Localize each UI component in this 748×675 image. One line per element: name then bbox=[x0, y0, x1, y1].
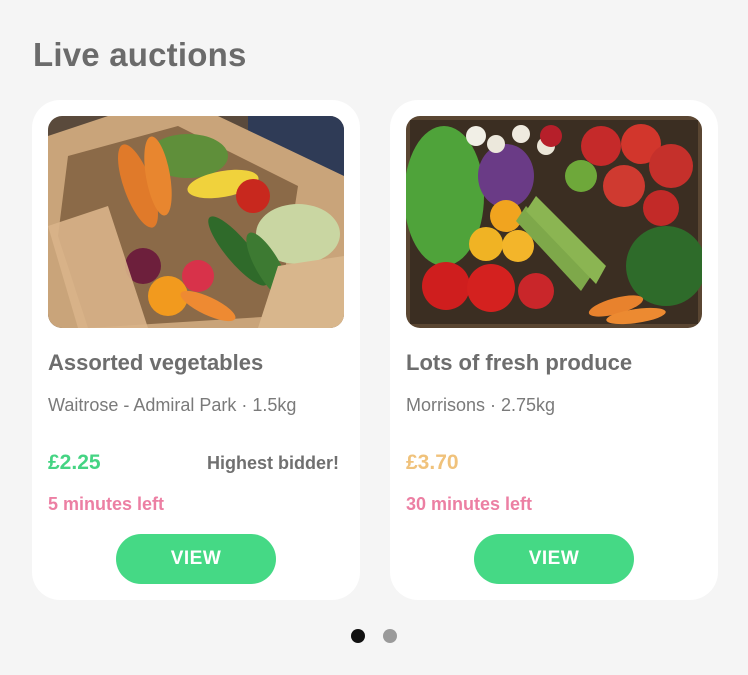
time-left-label: 5 minutes left bbox=[48, 494, 165, 514]
fresh-produce-crate-photo[interactable] bbox=[406, 116, 702, 328]
section-title: Live auctions bbox=[33, 36, 247, 73]
auction-price: £3.70 bbox=[406, 451, 459, 474]
auction-title: Lots of fresh produce bbox=[406, 350, 633, 375]
view-button[interactable]: VIEW bbox=[474, 534, 634, 584]
time-left-label: 30 minutes left bbox=[406, 494, 533, 514]
pagination-dot-active[interactable] bbox=[351, 629, 365, 643]
bid-status-label: Highest bidder! bbox=[206, 453, 339, 473]
auction-price: £2.25 bbox=[48, 451, 101, 474]
auction-store-weight: Morrisons · 2.75kg bbox=[406, 395, 556, 415]
view-button[interactable]: VIEW bbox=[116, 534, 276, 584]
auction-card[interactable]: Lots of fresh produce Morrisons · 2.75kg… bbox=[390, 100, 718, 600]
pagination-dot[interactable] bbox=[383, 629, 397, 643]
auction-card[interactable]: Assorted vegetables Waitrose - Admiral P… bbox=[32, 100, 360, 600]
vegetable-box-photo[interactable] bbox=[48, 116, 344, 328]
carousel-pagination bbox=[351, 629, 397, 643]
auction-store-weight: Waitrose - Admiral Park · 1.5kg bbox=[48, 395, 297, 415]
auction-title: Assorted vegetables bbox=[48, 350, 264, 375]
